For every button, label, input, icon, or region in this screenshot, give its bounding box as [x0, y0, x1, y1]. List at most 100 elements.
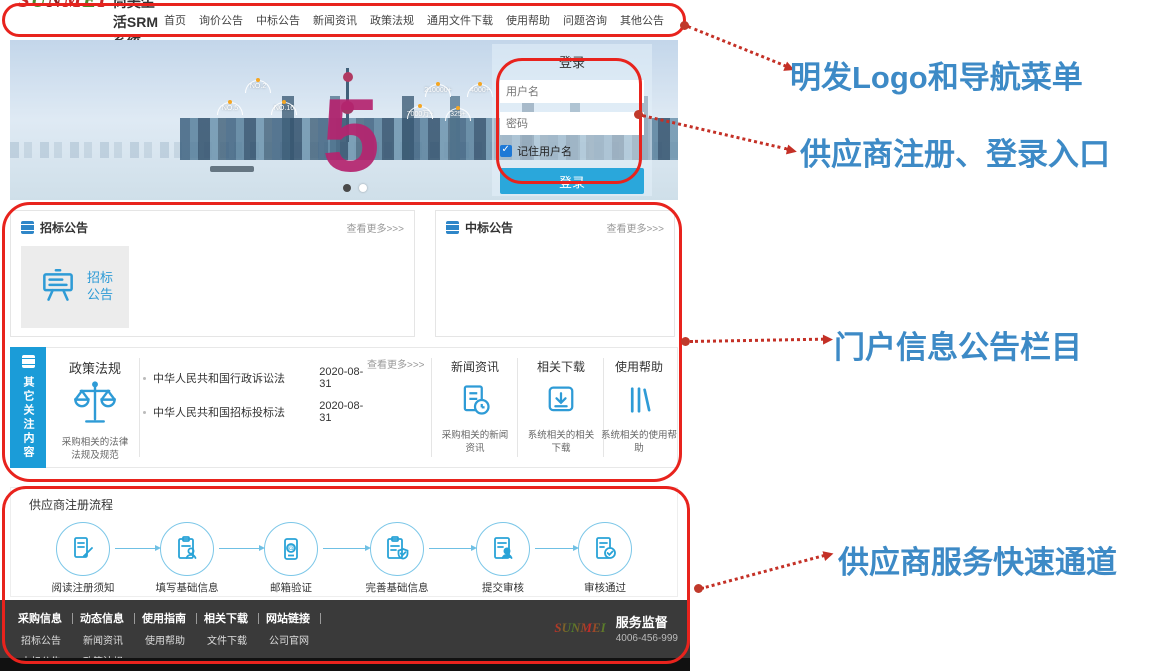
footer-link[interactable]: 文件下载 [207, 632, 264, 647]
step-circle-email-verify: @ [264, 522, 318, 576]
footer-col-title: 动态信息 [80, 610, 140, 626]
nav-item-help[interactable]: 使用帮助 [506, 12, 550, 28]
footer-link[interactable]: 使用帮助 [145, 632, 202, 647]
page: SUNMEI 尚美生活SRM系统 首页 询价公告 中标公告 新闻资讯 政策法规 … [0, 0, 1156, 671]
step-label: 审核通过 [560, 580, 650, 595]
news-column[interactable]: 新闻资讯 采购相关的新闻 资讯 [435, 348, 515, 456]
nav-item-news[interactable]: 新闻资讯 [313, 12, 357, 28]
step-circle-fill-info [160, 522, 214, 576]
password-input[interactable] [500, 112, 644, 135]
service-phone: 4006-456-999 [616, 633, 678, 644]
step-label: 完善基础信息 [352, 580, 442, 595]
step-circle-read-notice [56, 522, 110, 576]
annotation-arrow [690, 338, 824, 343]
annotation-arrow [701, 554, 825, 590]
policy-view-more-link[interactable]: 查看更多>>> [367, 356, 425, 371]
bulletin-board-icon [37, 266, 79, 308]
annotation-arrow [687, 25, 786, 67]
award-announcement-panel: 中标公告 查看更多>>> [435, 210, 675, 337]
footer-col-title: 网站链接 [266, 610, 326, 626]
top-nav: SUNMEI 尚美生活SRM系统 首页 询价公告 中标公告 新闻资讯 政策法规 … [0, 0, 690, 40]
complete-info-icon [382, 534, 412, 564]
footer-col-title: 采购信息 [18, 610, 78, 626]
books-icon [599, 382, 679, 423]
footer-link[interactable]: 新闻资讯 [83, 632, 140, 647]
nav-item-downloads[interactable]: 通用文件下载 [427, 12, 493, 28]
panel-icon [22, 355, 35, 368]
remember-label: 记住用户名 [517, 143, 572, 159]
stat-badge: NO.2 [234, 80, 282, 90]
footer-logo: SUNMEI [554, 620, 605, 636]
award-view-more-link[interactable]: 查看更多>>> [606, 220, 664, 235]
step-circle-complete-info [370, 522, 424, 576]
nav-item-inquiry[interactable]: 询价公告 [199, 12, 243, 28]
carousel-dot-2[interactable] [359, 184, 367, 192]
annotation-label-nav: 明发Logo和导航菜单 [790, 52, 1083, 97]
login-button[interactable]: 登录 [500, 168, 644, 194]
divider [517, 358, 518, 457]
nav-item-other[interactable]: 其他公告 [620, 12, 664, 28]
nav-item-policy[interactable]: 政策法规 [370, 12, 414, 28]
flow-arrow [535, 548, 573, 549]
step-label: 填写基础信息 [142, 580, 232, 595]
stat-badge: NO.16 [260, 102, 308, 112]
svg-text:@: @ [287, 546, 294, 553]
email-verify-icon: @ [276, 534, 306, 564]
step-circle-submit-review [476, 522, 530, 576]
fill-info-icon [172, 534, 202, 564]
policy-caption: 采购相关的法律 法规及规范 [49, 436, 141, 463]
annotation-label-portal: 门户信息公告栏目 [834, 322, 1082, 367]
login-panel: 登录 记住用户名 登录 忘记密码 供应商注册 [492, 44, 652, 196]
annotation-dot [681, 337, 690, 346]
tile-label: 招标 公告 [87, 270, 113, 304]
remember-checkbox[interactable] [500, 145, 512, 157]
hero-banner: 5 NO.2 NO.5 NO.16 210000+ 4000+ 7000万+ 3… [10, 40, 678, 200]
flow-arrow [115, 548, 155, 549]
username-input[interactable] [500, 80, 644, 103]
footer: 采购信息 招标公告 中标公告 动态信息 新闻资讯 政策法规 使用指南 使用帮助 … [0, 600, 690, 658]
footer-bottom-strip [0, 658, 690, 671]
login-title: 登录 [500, 52, 644, 71]
scales-icon [73, 380, 117, 433]
side-tab-other-content[interactable]: 其它关注内容 [10, 347, 46, 468]
footer-col-title: 相关下载 [204, 610, 264, 626]
nav-item-award[interactable]: 中标公告 [256, 12, 300, 28]
panel-title: 招标公告 [40, 219, 88, 236]
annotation-label-flow: 供应商服务快速通道 [838, 537, 1117, 582]
policy-title: 政策法规 [53, 358, 137, 377]
boat [210, 166, 254, 172]
panel-icon [21, 221, 34, 234]
submit-review-icon [488, 534, 518, 564]
footer-link[interactable]: 招标公告 [21, 632, 78, 647]
nav-item-consult[interactable]: 问题咨询 [563, 12, 607, 28]
step-label: 提交审核 [458, 580, 548, 595]
help-column[interactable]: 使用帮助 系统相关的使用帮 助 [599, 348, 679, 456]
divider [139, 358, 140, 457]
logo-wordmark: SUNMEI [18, 0, 107, 13]
carousel-dots [343, 184, 367, 192]
flow-arrow [323, 548, 365, 549]
nav-menu: 首页 询价公告 中标公告 新闻资讯 政策法规 通用文件下载 使用帮助 问题咨询 … [164, 12, 664, 28]
flow-arrow [219, 548, 259, 549]
approved-icon [590, 534, 620, 564]
annotation-label-login: 供应商注册、登录入口 [800, 129, 1110, 174]
stat-badge: 325+ [434, 108, 482, 118]
step-label: 阅读注册须知 [38, 580, 128, 595]
policy-list-item[interactable]: 中华人民共和国招标投标法 2020-08-31 [143, 400, 373, 424]
stat-badge: NO.5 [206, 102, 254, 112]
step-circle-approved [578, 522, 632, 576]
footer-link[interactable]: 公司官网 [269, 632, 326, 647]
footer-col-title: 使用指南 [142, 610, 202, 626]
bid-announcement-tile[interactable]: 招标 公告 [21, 246, 129, 328]
panel-icon [446, 221, 459, 234]
bid-view-more-link[interactable]: 查看更多>>> [346, 220, 404, 235]
download-column[interactable]: 相关下载 系统相关的相关 下载 [521, 348, 601, 456]
panel-title: 中标公告 [465, 219, 513, 236]
service-supervision-label: 服务监督 [616, 612, 678, 631]
nav-item-home[interactable]: 首页 [164, 12, 186, 28]
supplier-flow-section: 供应商注册流程 @ [10, 487, 678, 597]
flow-arrow [429, 548, 471, 549]
policy-list-item[interactable]: 中华人民共和国行政诉讼法 2020-08-31 [143, 366, 373, 390]
carousel-dot-1[interactable] [343, 184, 351, 192]
divider [431, 358, 432, 457]
